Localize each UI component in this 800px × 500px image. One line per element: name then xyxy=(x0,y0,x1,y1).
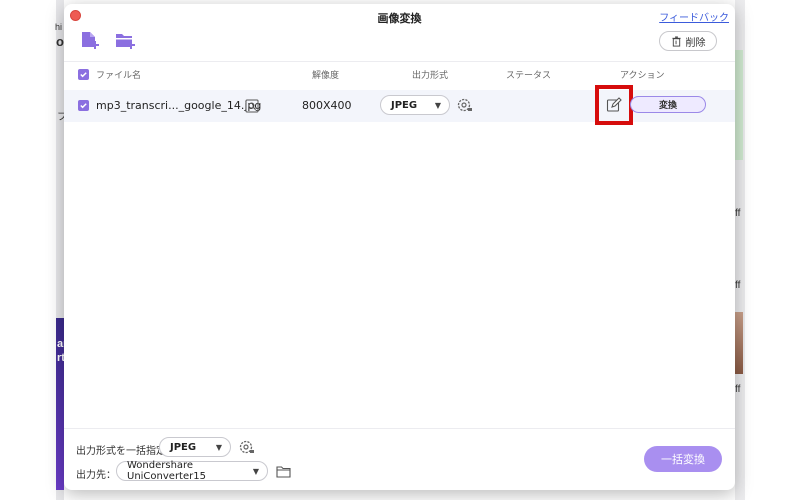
toolbar-divider xyxy=(64,61,735,62)
column-header-action: アクション xyxy=(620,71,665,81)
select-all-checkbox[interactable] xyxy=(78,69,89,80)
check-icon xyxy=(80,72,87,78)
feedback-link[interactable]: フィードバック xyxy=(659,9,729,24)
column-header-resolution: 解像度 xyxy=(312,71,340,81)
bulk-format-settings-button[interactable] xyxy=(239,439,255,455)
column-header-output-format: 出力形式 xyxy=(412,71,449,81)
chevron-down-icon: ▼ xyxy=(215,442,222,452)
bulk-format-label: 出力形式を一括指定 xyxy=(76,446,166,457)
row-checkbox[interactable] xyxy=(78,100,89,111)
dialog-title: 画像変換 xyxy=(377,12,422,25)
background-text-fragment: ff xyxy=(735,280,741,291)
add-folder-button[interactable] xyxy=(114,30,136,52)
column-header-file-name: ファイル名 xyxy=(96,71,142,81)
column-header-status: ステータス xyxy=(506,71,552,81)
edit-button[interactable] xyxy=(606,97,622,113)
footer-divider xyxy=(64,428,735,429)
check-icon xyxy=(80,103,87,109)
background-photo-thumb xyxy=(735,312,743,374)
preview-icon xyxy=(245,99,259,113)
gear-icon xyxy=(457,98,472,112)
bulk-format-value: JPEG xyxy=(170,441,197,453)
batch-convert-button[interactable]: 一括変換 xyxy=(644,446,722,472)
output-destination-value: Wondershare UniConverter15 xyxy=(127,460,206,482)
gear-icon xyxy=(239,440,254,454)
background-text-fragment: ff xyxy=(735,208,741,219)
trash-icon xyxy=(671,35,681,47)
output-destination-label: 出力先： xyxy=(76,470,116,481)
output-destination-select[interactable]: Wondershare UniConverter15 ▼ xyxy=(116,460,268,482)
chevron-down-icon: ▼ xyxy=(252,466,259,476)
row-resolution: 800X400 xyxy=(302,99,352,112)
preview-button[interactable] xyxy=(244,98,260,114)
add-folder-icon xyxy=(116,34,135,49)
edit-icon xyxy=(606,97,622,112)
background-text-fragment: ff xyxy=(735,384,741,395)
row-format-value: JPEG xyxy=(391,99,418,111)
row-file-name: mp3_transcri..._google_14.jpg xyxy=(96,99,262,112)
delete-label: 削除 xyxy=(685,37,706,49)
add-file-button[interactable] xyxy=(78,30,100,52)
row-format-settings-button[interactable] xyxy=(457,97,473,113)
bulk-format-select[interactable]: JPEG ▼ xyxy=(159,437,231,457)
background-text-fragment: o xyxy=(56,34,64,49)
add-file-icon xyxy=(82,32,99,49)
image-convert-dialog: 画像変換 フィードバック 削除 ファイル名 解像度 出力形式 ステータス アクシ… xyxy=(64,4,735,490)
background-text-fragment: hi xyxy=(55,22,63,32)
convert-button[interactable]: 変換 xyxy=(630,96,706,113)
row-format-select[interactable]: JPEG ▼ xyxy=(380,95,450,115)
folder-icon[interactable] xyxy=(276,465,291,478)
background-green-card xyxy=(735,50,743,160)
chevron-down-icon: ▼ xyxy=(434,100,441,110)
delete-button[interactable]: 削除 xyxy=(659,31,717,51)
